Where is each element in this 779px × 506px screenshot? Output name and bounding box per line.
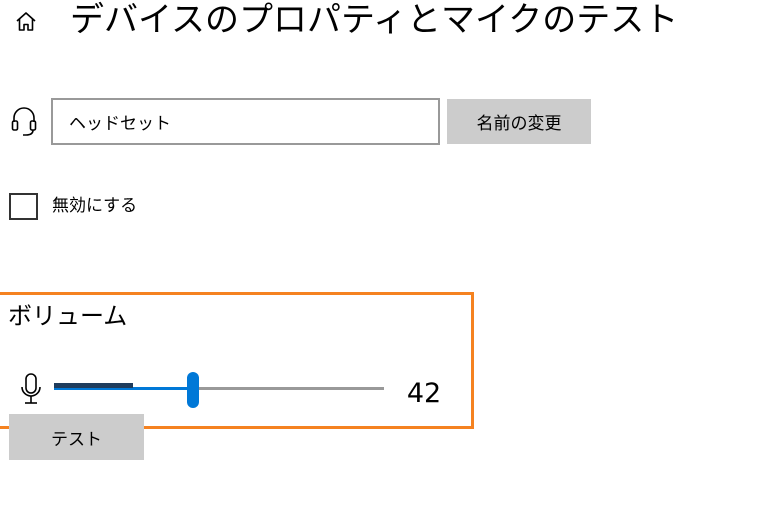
volume-slider[interactable]: [54, 372, 384, 408]
volume-value: 42: [406, 378, 442, 409]
device-name-input[interactable]: [51, 98, 440, 145]
rename-button[interactable]: 名前の変更: [447, 99, 591, 144]
volume-heading: ボリューム: [8, 302, 128, 330]
test-button[interactable]: テスト: [9, 414, 144, 460]
disable-checkbox-label: 無効にする: [52, 196, 138, 216]
home-icon[interactable]: [12, 8, 40, 36]
microphone-icon: [18, 372, 44, 406]
headset-icon: [10, 104, 38, 138]
disable-checkbox[interactable]: [9, 193, 38, 220]
volume-slider-thumb[interactable]: [186, 372, 199, 408]
page-title: デバイスのプロパティとマイクのテスト: [70, 0, 679, 40]
input-level-meter: [54, 383, 134, 388]
